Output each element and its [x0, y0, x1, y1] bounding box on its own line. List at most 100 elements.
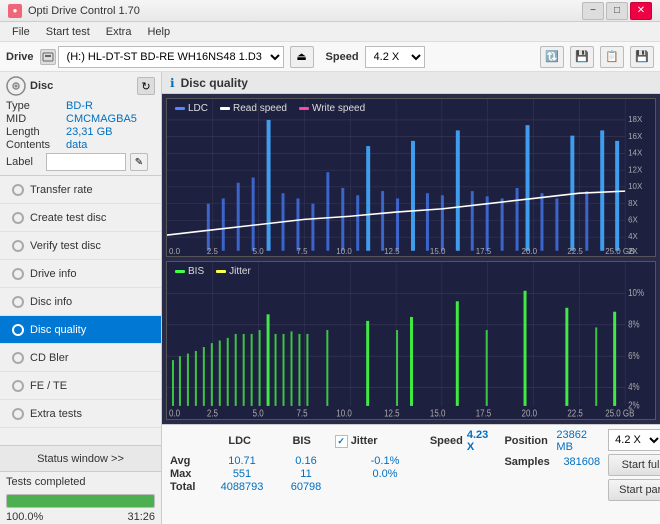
stats-panel: LDC BIS ✓ Jitter Speed 4.23 X	[162, 424, 660, 524]
nav-icon-verify-test-disc	[12, 240, 24, 252]
svg-text:2.5: 2.5	[207, 247, 219, 256]
svg-text:15.0: 15.0	[430, 407, 446, 418]
sidebar-item-cd-bler[interactable]: CD Bler	[0, 344, 161, 372]
svg-text:17.5: 17.5	[476, 407, 492, 418]
stats-row-total-label: Total	[170, 481, 208, 493]
sidebar-item-extra-tests[interactable]: Extra tests	[0, 400, 161, 428]
disc-mid-label: MID	[6, 113, 66, 125]
disc-length-row: Length 23,31 GB	[6, 126, 155, 138]
stats-row-max-ldc: 551	[208, 468, 276, 480]
start-full-button[interactable]: Start full	[608, 454, 660, 476]
chart-title: Disc quality	[181, 76, 248, 90]
minimize-button[interactable]: −	[582, 2, 604, 20]
svg-text:10X: 10X	[628, 182, 643, 191]
stats-row-max-bis: 11	[276, 468, 336, 480]
disc-label-row: Label ✎	[6, 153, 155, 171]
svg-text:16X: 16X	[628, 132, 643, 141]
nav-label-disc-info: Disc info	[30, 296, 72, 308]
disc-contents-value: data	[66, 139, 87, 151]
nav-icon-disc-quality	[12, 324, 24, 336]
menu-start-test[interactable]: Start test	[38, 24, 98, 40]
status-section: Status window >> Tests completed 100.0% …	[0, 445, 161, 524]
menu-help[interactable]: Help	[139, 24, 178, 40]
legend-write-speed-label: Write speed	[312, 103, 365, 114]
chart1-container: LDC Read speed Write speed	[166, 98, 656, 257]
close-button[interactable]: ✕	[630, 2, 652, 20]
maximize-button[interactable]: □	[606, 2, 628, 20]
disc-mid-value: CMCMAGBA5	[66, 113, 137, 125]
sidebar-item-create-test-disc[interactable]: Create test disc	[0, 204, 161, 232]
disc-section-title: Disc	[30, 80, 53, 92]
nav-icon-extra-tests	[12, 408, 24, 420]
sidebar-item-disc-info[interactable]: Disc info	[0, 288, 161, 316]
stats-header-speed: Speed	[430, 435, 463, 447]
disc-header: Disc ↻	[6, 76, 155, 96]
app-icon: ●	[8, 4, 22, 18]
sidebar-item-verify-test-disc[interactable]: Verify test disc	[0, 232, 161, 260]
chart-title-icon: ℹ	[170, 76, 175, 90]
app-title: Opti Drive Control 1.70	[28, 5, 140, 17]
progress-bar-fill	[7, 495, 154, 507]
svg-text:14X: 14X	[628, 148, 643, 157]
legend-write-speed: Write speed	[299, 103, 365, 114]
svg-text:12.5: 12.5	[384, 407, 400, 418]
svg-text:8X: 8X	[628, 199, 638, 208]
nav-label-disc-quality: Disc quality	[30, 324, 86, 336]
speed-dropdown[interactable]: 4.2 X	[608, 429, 660, 451]
menu-file[interactable]: File	[4, 24, 38, 40]
stats-row-total-bis: 60798	[276, 481, 336, 493]
drive-selector[interactable]: (H:) HL-DT-ST BD-RE WH16NS48 1.D3	[58, 46, 284, 68]
drive-label: Drive	[6, 51, 34, 63]
status-window-button[interactable]: Status window >>	[0, 446, 161, 472]
toolbar-btn-4[interactable]: 💾	[630, 46, 654, 68]
nav-label-create-test-disc: Create test disc	[30, 212, 106, 224]
stats-header-jitter: Jitter	[351, 435, 378, 447]
legend-bis-dot	[175, 270, 185, 273]
disc-refresh-btn[interactable]: ↻	[137, 77, 155, 95]
eject-button[interactable]: ⏏	[290, 46, 314, 68]
disc-type-label: Type	[6, 100, 66, 112]
sidebar-item-transfer-rate[interactable]: Transfer rate	[0, 176, 161, 204]
status-text: Tests completed	[0, 472, 161, 492]
nav-label-cd-bler: CD Bler	[30, 352, 69, 364]
toolbar-btn-1[interactable]: 🔃	[540, 46, 564, 68]
svg-text:12X: 12X	[628, 165, 643, 174]
disc-label-input[interactable]	[46, 153, 126, 171]
svg-text:25.0 GB: 25.0 GB	[605, 407, 634, 418]
stats-header-bis: BIS	[273, 435, 331, 447]
toolbar-btn-3[interactable]: 📋	[600, 46, 624, 68]
svg-text:7.5: 7.5	[296, 407, 307, 418]
svg-text:20.0: 20.0	[522, 407, 538, 418]
nav-icon-fe-te	[12, 380, 24, 392]
jitter-checkbox[interactable]: ✓	[335, 435, 348, 448]
sidebar-item-drive-info[interactable]: Drive info	[0, 260, 161, 288]
nav-label-verify-test-disc: Verify test disc	[30, 240, 101, 252]
stats-right: Position 23862 MB Samples 381608	[496, 429, 600, 468]
legend-ldc-label: LDC	[188, 103, 208, 114]
disc-length-label: Length	[6, 126, 66, 138]
title-bar: ● Opti Drive Control 1.70 − □ ✕	[0, 0, 660, 22]
speed-selector[interactable]: 4.2 X	[365, 46, 425, 68]
menu-extra[interactable]: Extra	[98, 24, 140, 40]
disc-type-value: BD-R	[66, 100, 93, 112]
svg-text:0.0: 0.0	[169, 247, 181, 256]
legend-read-speed: Read speed	[220, 103, 287, 114]
svg-text:15.0: 15.0	[430, 247, 446, 256]
svg-text:22.5: 22.5	[567, 407, 583, 418]
svg-text:4X: 4X	[628, 232, 638, 241]
sidebar-item-disc-quality[interactable]: Disc quality	[0, 316, 161, 344]
start-part-button[interactable]: Start part	[608, 479, 660, 501]
toolbar: Drive (H:) HL-DT-ST BD-RE WH16NS48 1.D3 …	[0, 42, 660, 72]
disc-mid-row: MID CMCMAGBA5	[6, 113, 155, 125]
nav-icon-transfer-rate	[12, 184, 24, 196]
toolbar-btn-2[interactable]: 💾	[570, 46, 594, 68]
disc-label-btn[interactable]: ✎	[130, 153, 148, 171]
stats-position-label: Position	[504, 435, 552, 447]
stats-header-ldc: LDC	[207, 435, 273, 447]
chart2-legend: BIS Jitter	[175, 266, 251, 277]
stats-samples-label: Samples	[504, 456, 559, 468]
sidebar-item-fe-te[interactable]: FE / TE	[0, 372, 161, 400]
disc-contents-label: Contents	[6, 139, 66, 151]
chart2-svg: 10% 8% 6% 4% 2% 0.0 2.5 5.0 7.5 10.0 12.…	[167, 262, 655, 419]
legend-read-speed-label: Read speed	[233, 103, 287, 114]
